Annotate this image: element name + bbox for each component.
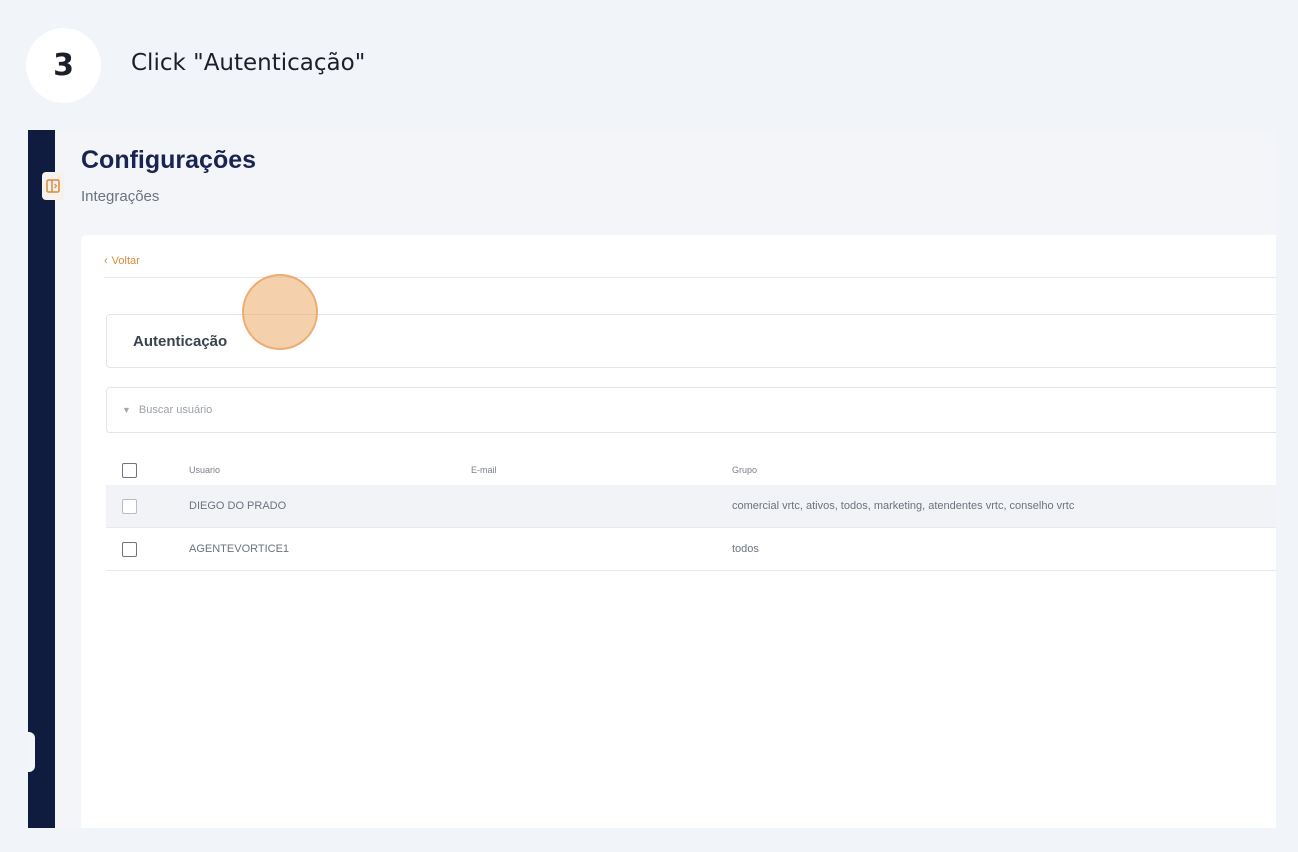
user-cell: AGENTEVORTICE1 xyxy=(189,543,290,555)
autenticacao-label[interactable]: Autenticação xyxy=(133,333,227,350)
table-header: Usuario E-mail Grupo xyxy=(106,455,1276,485)
step-instruction: Click "Autenticação" xyxy=(131,50,366,76)
click-target-marker xyxy=(242,274,318,350)
users-table: Usuario E-mail Grupo DIEGO DO PRADO come… xyxy=(106,455,1276,571)
user-cell: DIEGO DO PRADO xyxy=(189,500,287,512)
table-row[interactable]: AGENTEVORTICE1 todos xyxy=(106,528,1276,571)
back-link[interactable]: ‹ Voltar xyxy=(104,255,140,267)
column-header-group[interactable]: Grupo xyxy=(732,465,757,475)
page-subtitle: Integrações xyxy=(81,188,160,205)
panel-toggle-icon xyxy=(46,179,60,193)
sidebar-toggle-button[interactable] xyxy=(42,172,64,200)
filter-icon: ▼ xyxy=(122,405,131,415)
page-title: Configurações xyxy=(81,146,257,174)
sidebar xyxy=(28,130,55,828)
group-cell: todos xyxy=(732,543,759,555)
chevron-left-icon: ‹ xyxy=(104,255,108,267)
back-link-label: Voltar xyxy=(111,255,140,267)
step-number: 3 xyxy=(53,48,74,83)
group-cell: comercial vrtc, ativos, todos, marketing… xyxy=(732,500,1075,512)
select-all-checkbox[interactable] xyxy=(122,462,137,478)
row-checkbox[interactable] xyxy=(122,498,137,514)
table-row[interactable]: DIEGO DO PRADO comercial vrtc, ativos, t… xyxy=(106,485,1276,528)
step-number-badge: 3 xyxy=(26,28,101,103)
search-box[interactable]: ▼ xyxy=(106,387,1276,433)
row-checkbox[interactable] xyxy=(122,541,137,557)
app-screenshot: Configurações Integrações ‹ Voltar Auten… xyxy=(28,130,1276,828)
column-header-user[interactable]: Usuario xyxy=(189,465,220,475)
column-header-email[interactable]: E-mail xyxy=(471,465,497,475)
search-input[interactable] xyxy=(136,403,541,417)
sidebar-handle[interactable] xyxy=(28,732,35,772)
